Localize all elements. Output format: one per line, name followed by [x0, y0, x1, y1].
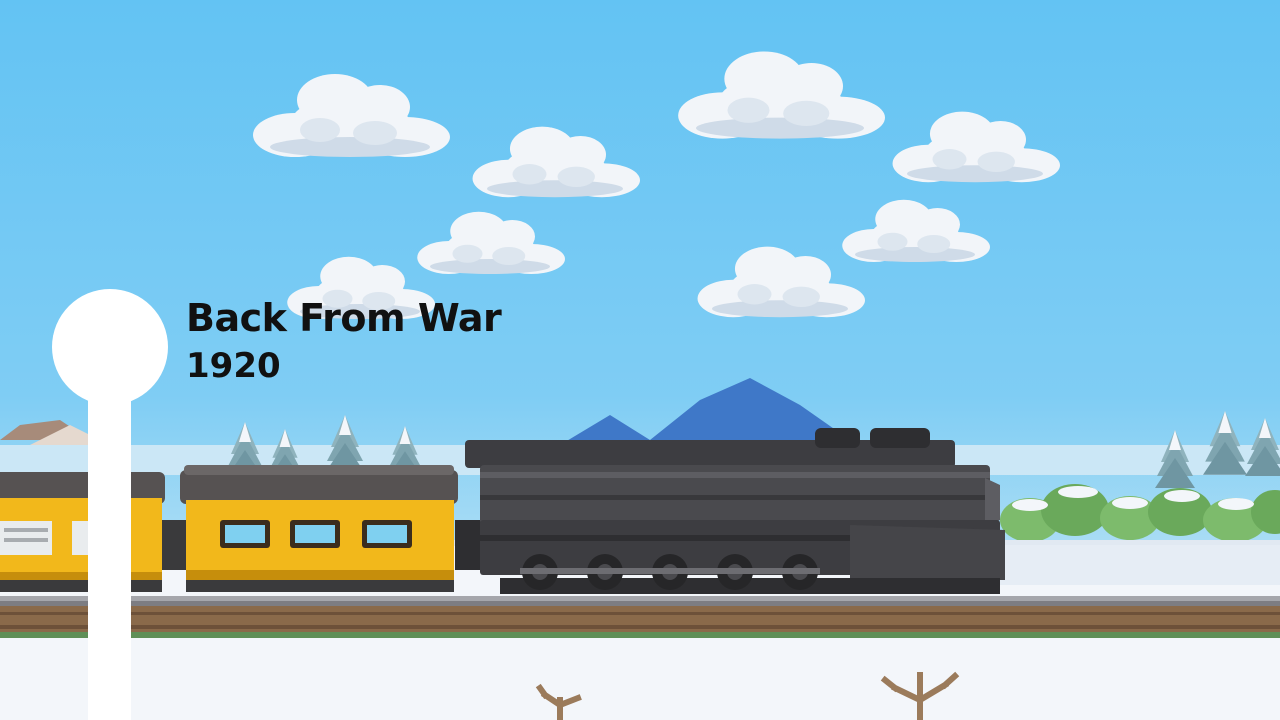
timeline-node: [52, 289, 168, 405]
timeline-line: [88, 360, 131, 720]
chapter-year: 1920: [186, 346, 281, 386]
locomotive-icon: [455, 428, 1005, 594]
chapter-title: Back From War: [186, 296, 502, 340]
passenger-car-icon: [162, 465, 458, 592]
railroad-track-icon: [0, 596, 1280, 638]
passenger-car-icon: [0, 472, 165, 592]
